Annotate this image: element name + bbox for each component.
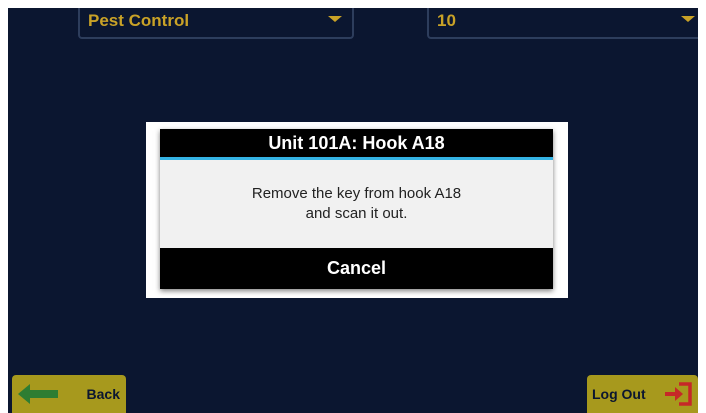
kiosk-screen: Pest Control 10 Unit 101A: Hook A18 Remo… xyxy=(8,8,698,413)
arrow-left-icon xyxy=(18,383,60,408)
quantity-dropdown-value: 10 xyxy=(437,11,456,30)
quantity-dropdown[interactable]: 10 xyxy=(427,8,698,39)
modal-frame: Unit 101A: Hook A18 Remove the key from … xyxy=(146,122,568,298)
cancel-button[interactable]: Cancel xyxy=(160,248,553,289)
dialog-message-line-2: and scan it out. xyxy=(305,205,408,222)
logout-button-label: Log Out xyxy=(592,386,646,402)
dialog-title: Unit 101A: Hook A18 xyxy=(160,129,553,160)
chevron-down-icon xyxy=(681,16,695,22)
category-dropdown-value: Pest Control xyxy=(88,11,190,30)
category-dropdown[interactable]: Pest Control xyxy=(78,8,354,39)
dialog-message: Remove the key from hook A18 and scan it… xyxy=(160,160,553,248)
logout-door-icon xyxy=(663,381,693,410)
back-button[interactable]: Back xyxy=(12,375,126,413)
logout-button[interactable]: Log Out xyxy=(587,375,698,413)
hook-dialog: Unit 101A: Hook A18 Remove the key from … xyxy=(160,129,553,289)
chevron-down-icon xyxy=(328,16,342,22)
back-button-label: Back xyxy=(86,386,120,402)
dialog-message-line-1: Remove the key from hook A18 xyxy=(251,185,462,202)
